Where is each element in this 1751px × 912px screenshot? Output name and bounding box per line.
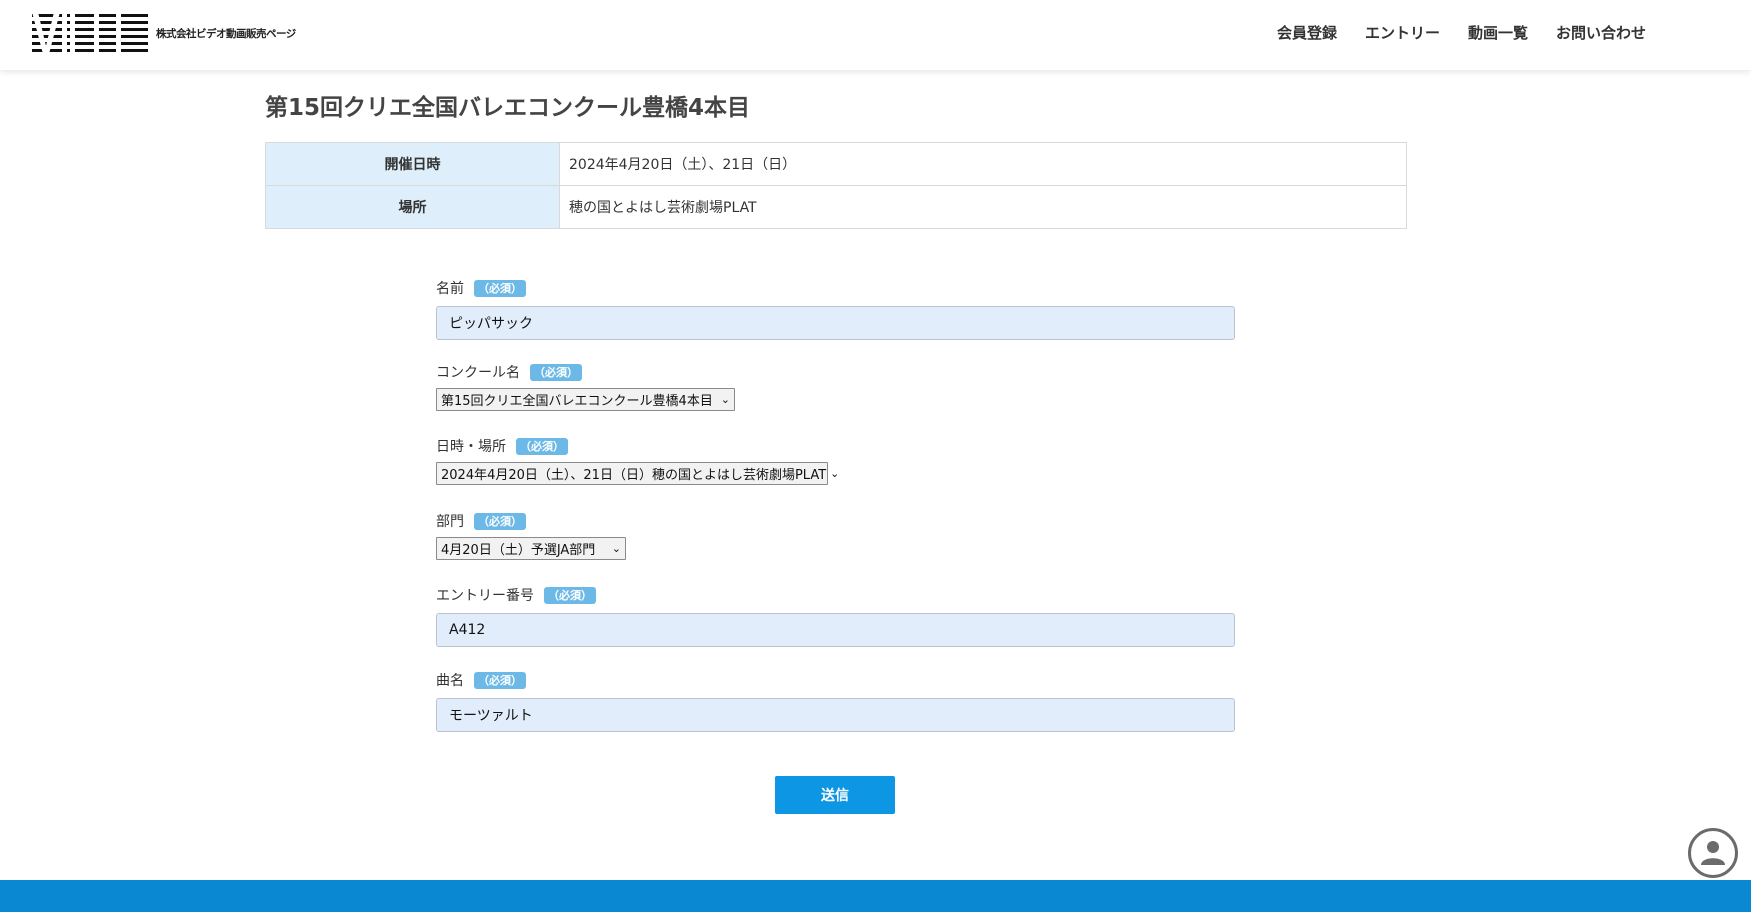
table-row: 開催日時 2024年4月20日（土）、21日（日） — [265, 142, 1407, 186]
field-division: 部門 （必須） 4月20日（土）予選JA部門 ⌄ — [436, 511, 1236, 560]
nav-contact[interactable]: お問い合わせ — [1556, 22, 1646, 43]
required-badge: （必須） — [530, 363, 582, 381]
logo-text: 株式会社ビデオ動画販売ページ — [156, 27, 296, 40]
nav-videos[interactable]: 動画一覧 — [1468, 22, 1528, 43]
site-header: 株式会社ビデオ動画販売ページ 会員登録 エントリー 動画一覧 お問い合わせ — [0, 0, 1751, 70]
field-contest: コンクール名 （必須） 第15回クリエ全国バレエコンクール豊橋4本目 ⌄ — [436, 362, 1236, 411]
entry-number-input[interactable] — [436, 613, 1235, 647]
info-value-datetime: 2024年4月20日（土）、21日（日） — [559, 142, 1407, 186]
main-nav: 会員登録 エントリー 動画一覧 お問い合わせ — [1277, 22, 1646, 43]
name-input[interactable] — [436, 306, 1235, 340]
required-badge: （必須） — [474, 671, 526, 689]
division-label: 部門 — [436, 514, 464, 530]
info-value-venue: 穂の国とよはし芸術劇場PLAT — [559, 185, 1407, 229]
chevron-down-icon: ⌄ — [720, 393, 730, 406]
datetime-select[interactable]: 2024年4月20日（土）、21日（日）穂の国とよはし芸術劇場PLAT ⌄ — [436, 462, 839, 485]
datetime-label: 日時・場所 — [436, 439, 506, 455]
nav-register[interactable]: 会員登録 — [1277, 22, 1337, 43]
field-datetime: 日時・場所 （必須） 2024年4月20日（土）、21日（日）穂の国とよはし芸術… — [436, 436, 1236, 485]
contest-label: コンクール名 — [436, 365, 520, 381]
field-name: 名前 （必須） — [436, 278, 1236, 340]
datetime-select-value: 2024年4月20日（土）、21日（日）穂の国とよはし芸術劇場PLAT — [441, 468, 827, 483]
field-song: 曲名 （必須） — [436, 670, 1236, 732]
chevron-down-icon: ⌄ — [830, 467, 840, 480]
site-logo[interactable]: 株式会社ビデオ動画販売ページ — [32, 12, 296, 54]
video-logo-icon — [32, 12, 148, 54]
info-label-venue: 場所 — [265, 185, 560, 229]
division-select[interactable]: 4月20日（土）予選JA部門 ⌄ — [436, 537, 626, 560]
name-label: 名前 — [436, 281, 464, 297]
required-badge: （必須） — [544, 586, 596, 604]
event-info-table: 開催日時 2024年4月20日（土）、21日（日） 場所 穂の国とよはし芸術劇場… — [265, 142, 1407, 229]
table-row: 場所 穂の国とよはし芸術劇場PLAT — [265, 185, 1407, 229]
contest-select[interactable]: 第15回クリエ全国バレエコンクール豊橋4本目 ⌄ — [436, 388, 735, 411]
chevron-down-icon: ⌄ — [611, 542, 621, 555]
footer-bar — [0, 880, 1751, 912]
division-select-value: 4月20日（土）予選JA部門 — [441, 543, 596, 558]
account-button[interactable] — [1688, 828, 1738, 878]
page-title: 第15回クリエ全国バレエコンクール豊橋4本目 — [265, 95, 751, 121]
info-label-datetime: 開催日時 — [265, 142, 560, 186]
required-badge: （必須） — [474, 279, 526, 297]
entry-number-label: エントリー番号 — [436, 588, 534, 604]
required-badge: （必須） — [516, 437, 568, 455]
song-input[interactable] — [436, 698, 1235, 732]
required-badge: （必須） — [474, 512, 526, 530]
contest-select-value: 第15回クリエ全国バレエコンクール豊橋4本目 — [441, 394, 713, 409]
account-icon — [1701, 841, 1725, 865]
nav-entry[interactable]: エントリー — [1365, 22, 1440, 43]
field-entry-number: エントリー番号 （必須） — [436, 585, 1236, 647]
submit-button[interactable]: 送信 — [775, 776, 895, 814]
song-label: 曲名 — [436, 673, 464, 689]
